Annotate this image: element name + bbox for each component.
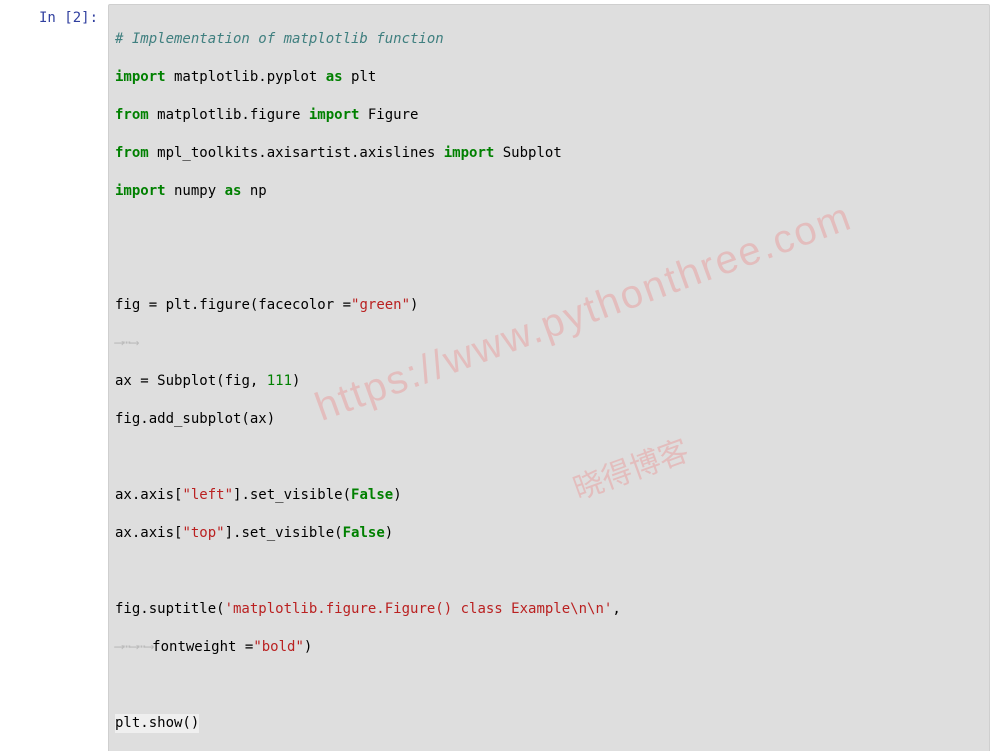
code-editor[interactable]: # Implementation of matplotlib function … — [108, 4, 990, 751]
prompt-prefix: In [ — [39, 10, 73, 26]
whitespace-marker: ⟶⋯⟶⋯⟶ — [115, 639, 152, 655]
input-prompt: In [2]: — [0, 4, 108, 751]
whitespace-marker: ⟶⋯⟶ — [115, 335, 137, 351]
prompt-suffix: ]: — [81, 10, 98, 26]
notebook-cell: In [2]: # Implementation of matplotlib f… — [0, 0, 1000, 751]
code-comment: # Implementation of matplotlib function — [115, 31, 444, 47]
exec-count: 2 — [73, 10, 81, 26]
